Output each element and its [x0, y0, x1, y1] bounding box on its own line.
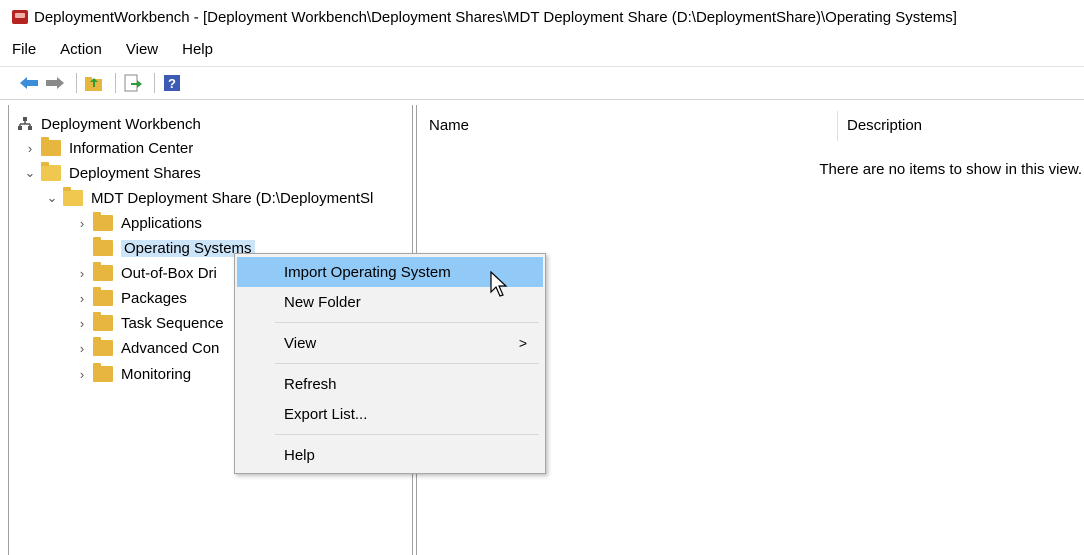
tree-item-task-sequences[interactable]: › Task Sequence	[75, 311, 224, 335]
mouse-pointer-icon	[490, 271, 508, 297]
drivers-folder-icon	[93, 262, 113, 281]
menu-action[interactable]: Action	[58, 39, 104, 60]
tree-item-advanced-configuration[interactable]: › Advanced Con	[75, 336, 219, 360]
tree-label: Advanced Con	[121, 339, 220, 357]
submenu-arrow-icon: >	[518, 335, 527, 351]
export-list-icon[interactable]	[122, 72, 144, 94]
menu-item-help[interactable]: Help	[237, 440, 543, 470]
toolbar-separator	[115, 73, 116, 93]
tree-item-deployment-shares[interactable]: ⌄ Deployment Shares	[23, 161, 201, 185]
menu-file[interactable]: File	[10, 39, 38, 60]
column-header-name[interactable]: Name	[429, 105, 829, 145]
monitoring-folder-icon	[93, 363, 113, 382]
toolbar-separator	[76, 73, 77, 93]
tree-label: Deployment Shares	[69, 164, 201, 182]
tree-item-deployment-workbench[interactable]: Deployment Workbench	[17, 112, 201, 136]
menu-item-view[interactable]: View >	[237, 328, 543, 358]
task-sequences-folder-icon	[93, 312, 113, 331]
menu-item-label: View	[284, 334, 317, 352]
menu-separator	[275, 434, 539, 435]
tree-item-applications[interactable]: › Applications	[75, 211, 202, 235]
workbench-tree-icon	[17, 116, 33, 132]
menu-bar: File Action View Help	[0, 34, 1084, 64]
tree-label: Out-of-Box Dri	[121, 264, 217, 282]
title-bar: DeploymentWorkbench - [Deployment Workbe…	[0, 0, 1084, 34]
tree-item-out-of-box-drivers[interactable]: › Out-of-Box Dri	[75, 261, 217, 285]
toolbar: ?	[0, 66, 1084, 100]
toolbar-separator	[154, 73, 155, 93]
menu-separator	[275, 363, 539, 364]
chevron-right-icon[interactable]: ›	[23, 141, 37, 156]
forward-arrow-icon[interactable]	[44, 72, 66, 94]
tree-item-packages[interactable]: › Packages	[75, 286, 187, 310]
chevron-down-icon[interactable]: ⌄	[23, 165, 37, 181]
tree-label: Task Sequence	[121, 314, 224, 332]
deployment-workbench-app-icon	[12, 10, 28, 24]
menu-separator	[275, 322, 539, 323]
help-icon[interactable]: ?	[161, 72, 183, 94]
tree-item-monitoring[interactable]: › Monitoring	[75, 362, 191, 386]
information-center-icon	[41, 137, 61, 156]
back-arrow-icon[interactable]	[18, 72, 40, 94]
open-folder-icon	[41, 162, 61, 181]
chevron-right-icon[interactable]: ›	[75, 367, 89, 382]
menu-help[interactable]: Help	[180, 39, 215, 60]
empty-list-message: There are no items to show in this view.	[819, 161, 1082, 178]
open-folder-icon	[63, 187, 83, 206]
chevron-right-icon[interactable]: ›	[75, 341, 89, 356]
tree-label: Monitoring	[121, 365, 192, 383]
tree-label: Packages	[121, 289, 187, 307]
operating-systems-folder-icon	[93, 237, 113, 256]
chevron-right-icon[interactable]: ›	[75, 266, 89, 281]
tree-label: Information Center	[69, 139, 194, 157]
svg-text:?: ?	[168, 76, 176, 91]
tree-item-information-center[interactable]: › Information Center	[23, 136, 193, 160]
chevron-right-icon[interactable]: ›	[75, 316, 89, 331]
chevron-right-icon[interactable]: ›	[75, 216, 89, 231]
tree-label: Applications	[121, 214, 202, 232]
advanced-configuration-folder-icon	[93, 337, 113, 356]
column-divider[interactable]	[837, 111, 838, 141]
packages-folder-icon	[93, 287, 113, 306]
menu-item-refresh[interactable]: Refresh	[237, 369, 543, 399]
tree-label: Deployment Workbench	[41, 115, 201, 133]
tree-label: MDT Deployment Share (D:\DeploymentSl	[91, 189, 374, 207]
chevron-right-icon[interactable]: ›	[75, 291, 89, 306]
menu-view[interactable]: View	[124, 39, 160, 60]
column-header-description[interactable]: Description	[847, 105, 1077, 145]
up-folder-icon[interactable]	[83, 72, 105, 94]
window-title: DeploymentWorkbench - [Deployment Workbe…	[34, 8, 957, 26]
menu-item-export-list[interactable]: Export List...	[237, 399, 543, 429]
tree-item-operating-systems[interactable]: Operating Systems	[75, 236, 255, 260]
applications-folder-icon	[93, 212, 113, 231]
tree-item-mdt-deployment-share[interactable]: ⌄ MDT Deployment Share (D:\DeploymentSl	[45, 186, 373, 210]
chevron-down-icon[interactable]: ⌄	[45, 190, 59, 206]
